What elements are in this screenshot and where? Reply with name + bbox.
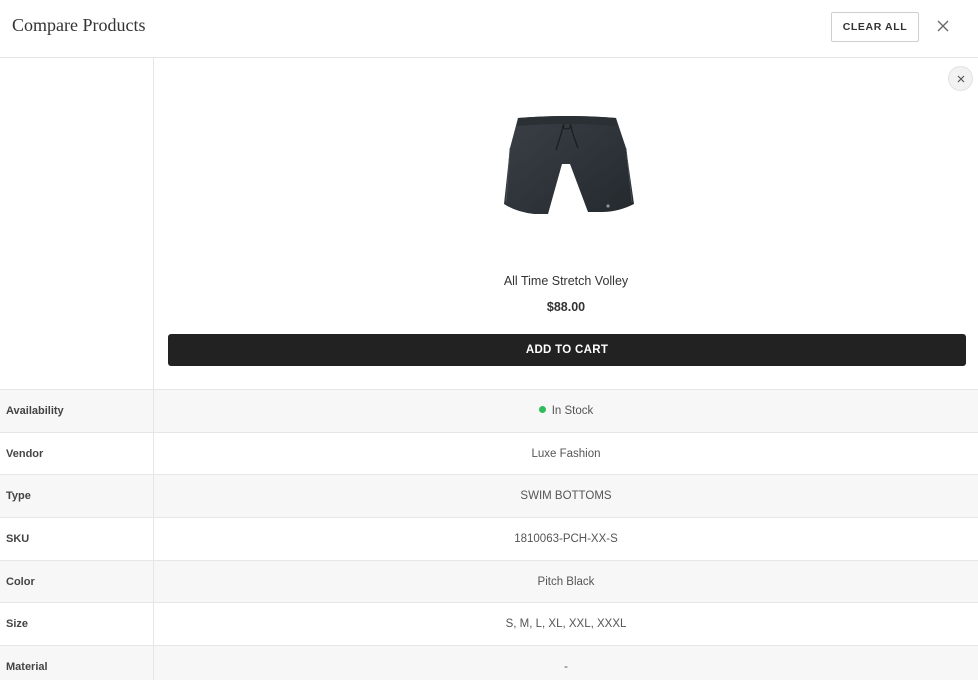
product-image[interactable] [498, 108, 638, 224]
attributes-table: Availability In Stock Vendor Luxe Fashio… [0, 389, 978, 680]
availability-value: In Stock [154, 390, 978, 432]
table-row-vendor: Vendor Luxe Fashion [0, 431, 978, 475]
availability-text: In Stock [551, 405, 594, 417]
type-value: SWIM BOTTOMS [520, 490, 612, 503]
label-column [0, 58, 154, 389]
add-to-cart-button[interactable]: ADD TO CART [168, 334, 966, 366]
table-row-availability: Availability In Stock [0, 389, 978, 432]
page-title: Compare Products [12, 15, 146, 35]
attribute-label: Color [6, 575, 35, 588]
attribute-label: Availability [6, 405, 64, 417]
attribute-label: Material [6, 661, 48, 674]
close-icon[interactable] [933, 16, 953, 36]
table-row-sku: SKU 1810063-PCH-XX-S [0, 517, 978, 560]
product-name[interactable]: All Time Stretch Volley [154, 274, 978, 288]
attribute-label: SKU [6, 533, 30, 546]
close-icon [957, 75, 964, 82]
attribute-label: Vendor [6, 447, 44, 460]
table-row-type: Type SWIM BOTTOMS [0, 474, 978, 518]
sku-value: 1810063-PCH-XX-S [514, 533, 618, 546]
remove-product-button[interactable] [948, 66, 973, 91]
table-row-material: Material - [0, 645, 978, 680]
modal-header: Compare Products CLEAR ALL [0, 0, 978, 58]
table-row-size: Size S, M, L, XL, XXL, XXXL [0, 602, 978, 646]
vendor-value: Luxe Fashion [531, 447, 601, 460]
clear-all-button[interactable]: CLEAR ALL [831, 12, 919, 42]
product-price: $88.00 [546, 300, 586, 314]
color-value: Pitch Black [537, 575, 595, 588]
attribute-label: Type [6, 490, 31, 503]
size-value: S, M, L, XL, XXL, XXXL [505, 618, 627, 631]
table-row-color: Color Pitch Black [0, 559, 978, 603]
material-value: - [564, 661, 568, 674]
attribute-label: Size [6, 618, 29, 631]
in-stock-dot-icon [538, 406, 546, 413]
